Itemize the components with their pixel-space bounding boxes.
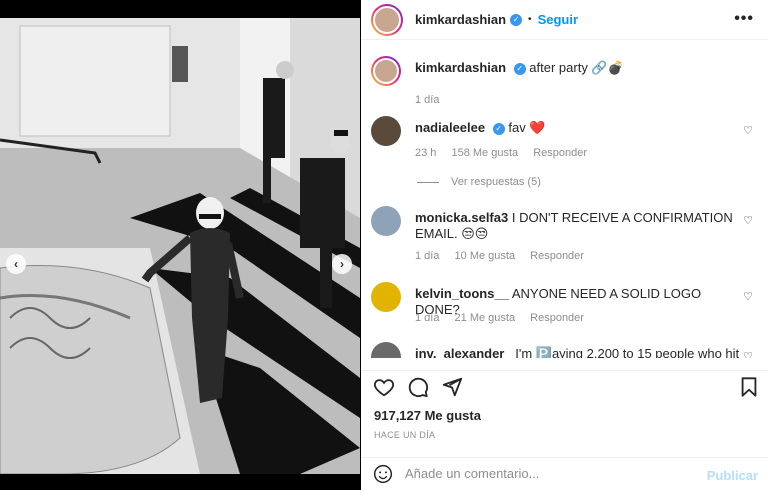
comments-list: kimkardashian ✓ after party 🔗💣 1 día nad… bbox=[361, 46, 768, 358]
separator-dot: • bbox=[528, 14, 532, 25]
caption-username[interactable]: kimkardashian bbox=[415, 60, 506, 75]
reply-button[interactable]: Responder bbox=[530, 250, 584, 262]
reply-button[interactable]: Responder bbox=[530, 312, 584, 324]
like-heart-icon[interactable] bbox=[373, 376, 395, 398]
comment-time: 1 día bbox=[415, 250, 440, 262]
post-media: ‹ › bbox=[0, 0, 360, 490]
comment-meta: 1 día 10 Me gusta Responder bbox=[415, 250, 596, 262]
verified-badge-icon: ✓ bbox=[510, 13, 523, 26]
commenter-avatar[interactable] bbox=[371, 282, 401, 312]
comment-text: monicka.selfa3 I DON'T RECEIVE A CONFIRM… bbox=[415, 210, 745, 242]
replies-line bbox=[417, 181, 439, 183]
emoji-icon[interactable] bbox=[373, 464, 393, 484]
caption-meta: 1 día bbox=[415, 94, 451, 106]
chevron-left-icon: ‹ bbox=[14, 257, 18, 271]
comment-text: inv._alexander_ I'm 🅿️aying 2,200 to 15 … bbox=[415, 346, 745, 358]
author-avatar[interactable] bbox=[371, 3, 403, 36]
verified-badge-icon: ✓ bbox=[513, 62, 526, 75]
comment-likes[interactable]: 158 Me gusta bbox=[451, 147, 518, 159]
post-panel: kimkardashian ✓ • Seguir ••• kimkardashi… bbox=[361, 0, 768, 490]
post-timestamp: HACE UN DÍA bbox=[374, 430, 436, 440]
like-comment-heart-icon[interactable]: ♡ bbox=[743, 214, 753, 227]
comment-icon[interactable] bbox=[407, 376, 429, 398]
like-comment-heart-icon[interactable]: ♡ bbox=[743, 350, 753, 358]
like-comment-heart-icon[interactable]: ♡ bbox=[743, 124, 753, 137]
reply-button[interactable]: Responder bbox=[533, 147, 587, 159]
commenter-avatar[interactable] bbox=[371, 206, 401, 236]
comment-input[interactable] bbox=[405, 466, 695, 481]
commenter-avatar[interactable] bbox=[371, 116, 401, 146]
caption-text: kimkardashian ✓ after party 🔗💣 bbox=[415, 60, 745, 76]
chevron-right-icon: › bbox=[340, 257, 344, 271]
post-image bbox=[0, 18, 360, 474]
view-replies-label: Ver respuestas (5) bbox=[451, 176, 541, 188]
follow-button[interactable]: Seguir bbox=[538, 12, 578, 27]
comment-body: fav ❤️ bbox=[508, 120, 546, 135]
comment-likes[interactable]: 10 Me gusta bbox=[455, 250, 516, 262]
commenter-avatar[interactable] bbox=[371, 342, 401, 358]
caption-body: after party 🔗💣 bbox=[529, 60, 624, 75]
comment-meta: 23 h 158 Me gusta Responder bbox=[415, 147, 599, 159]
action-bar bbox=[361, 370, 768, 400]
more-options-icon[interactable]: ••• bbox=[734, 10, 754, 28]
verified-badge-icon: ✓ bbox=[492, 122, 505, 135]
comment-username[interactable]: monicka.selfa3 bbox=[415, 210, 508, 225]
comment-meta: 1 día 21 Me gusta Responder bbox=[415, 312, 596, 324]
comment-likes[interactable]: 21 Me gusta bbox=[455, 312, 516, 324]
comment-text: nadialeelee ✓ fav ❤️ bbox=[415, 120, 745, 136]
likes-count[interactable]: 917,127 Me gusta bbox=[374, 408, 481, 423]
comment-time: 1 día bbox=[415, 312, 440, 324]
view-replies-button[interactable]: Ver respuestas (5) bbox=[417, 176, 541, 188]
publish-button[interactable]: Publicar bbox=[707, 468, 758, 483]
comment-username[interactable]: nadialeelee bbox=[415, 120, 485, 135]
post-photo[interactable]: ‹ › bbox=[0, 18, 360, 474]
comment-composer: Publicar bbox=[361, 457, 768, 490]
carousel-next-button[interactable]: › bbox=[332, 254, 352, 274]
post-header: kimkardashian ✓ • Seguir ••• bbox=[361, 0, 768, 40]
comment-time: 23 h bbox=[415, 147, 437, 159]
like-comment-heart-icon[interactable]: ♡ bbox=[743, 290, 753, 303]
author-username[interactable]: kimkardashian bbox=[415, 12, 506, 27]
comment-username[interactable]: kelvin_toons__ bbox=[415, 286, 509, 301]
author-avatar[interactable] bbox=[371, 56, 401, 86]
caption-time: 1 día bbox=[415, 94, 440, 106]
share-icon[interactable] bbox=[441, 376, 463, 398]
save-bookmark-icon[interactable] bbox=[738, 376, 760, 398]
comment-username[interactable]: inv._alexander_ bbox=[415, 346, 512, 358]
carousel-prev-button[interactable]: ‹ bbox=[6, 254, 26, 274]
